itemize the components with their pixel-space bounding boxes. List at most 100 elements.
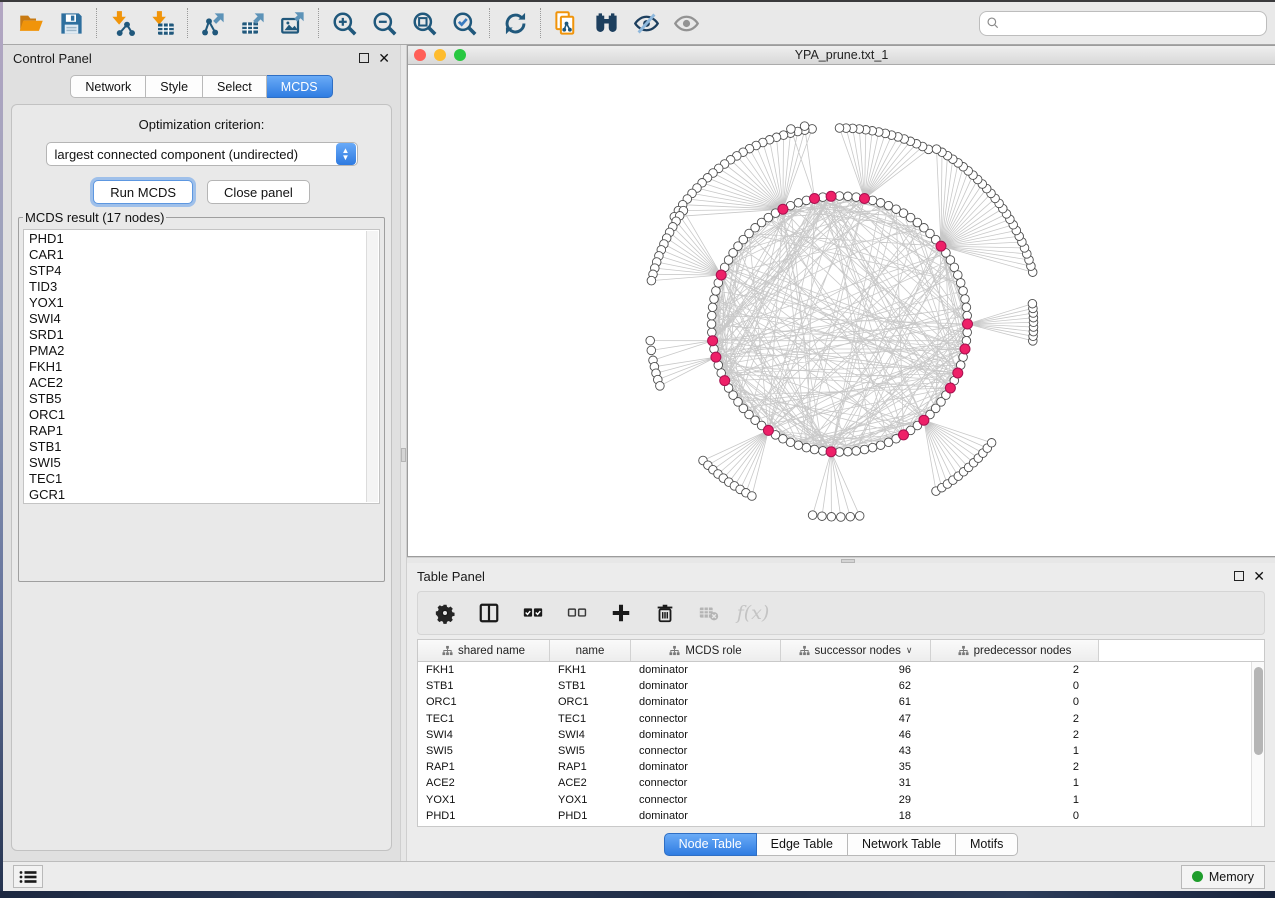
mcds-result-item[interactable]: CAR1 [29, 247, 365, 263]
table-row[interactable]: RAP1RAP1dominator352 [418, 759, 1264, 775]
save-session-button[interactable] [51, 6, 91, 40]
table-cell[interactable]: SWI5 [418, 745, 550, 757]
tab-node-table[interactable]: Node Table [664, 833, 757, 856]
table-scrollbar-thumb[interactable] [1254, 667, 1263, 755]
mcds-result-item[interactable]: SWI5 [29, 455, 365, 471]
table-cell[interactable]: ACE2 [418, 777, 550, 789]
export-image-button[interactable] [273, 6, 313, 40]
clone-network-button[interactable] [546, 6, 586, 40]
tab-style[interactable]: Style [146, 75, 203, 98]
mcds-result-item[interactable]: SRD1 [29, 327, 365, 343]
export-table-button[interactable] [233, 6, 273, 40]
float-panel-icon[interactable] [359, 53, 369, 63]
table-row[interactable]: PHD1PHD1dominator180 [418, 808, 1264, 824]
table-row[interactable]: TEC1TEC1connector472 [418, 711, 1264, 727]
float-table-panel-icon[interactable] [1234, 571, 1244, 581]
export-network-button[interactable] [193, 6, 233, 40]
zoom-out-button[interactable] [364, 6, 404, 40]
table-cell[interactable]: 1 [931, 745, 1099, 757]
criterion-dropdown[interactable]: largest connected component (undirected)… [46, 142, 358, 166]
tab-select[interactable]: Select [203, 75, 267, 98]
table-cell[interactable]: 2 [931, 713, 1099, 725]
column-header-MCDS-role[interactable]: MCDS role [631, 640, 781, 661]
table-cell[interactable]: 62 [781, 680, 931, 692]
horizontal-splitter[interactable] [407, 557, 1275, 563]
delete-column-button[interactable] [650, 598, 680, 628]
table-cell[interactable]: SWI4 [418, 729, 550, 741]
table-row[interactable]: STB1STB1dominator620 [418, 678, 1264, 694]
import-network-button[interactable] [102, 6, 142, 40]
table-cell[interactable]: SWI5 [550, 745, 631, 757]
table-cell[interactable]: RAP1 [418, 761, 550, 773]
column-visibility-button[interactable] [474, 598, 504, 628]
add-column-button[interactable] [606, 598, 636, 628]
mcds-result-item[interactable]: YOX1 [29, 295, 365, 311]
table-cell[interactable]: 2 [931, 664, 1099, 676]
find-button[interactable] [586, 6, 626, 40]
list-scrollbar[interactable] [366, 231, 378, 502]
table-cell[interactable]: ORC1 [550, 696, 631, 708]
mcds-result-item[interactable]: ORC1 [29, 407, 365, 423]
table-cell[interactable]: dominator [631, 761, 781, 773]
memory-button[interactable]: Memory [1181, 865, 1265, 889]
close-panel-icon[interactable]: ✕ [378, 53, 390, 63]
hide-labels-button[interactable] [626, 6, 666, 40]
zoom-fit-button[interactable] [404, 6, 444, 40]
table-cell[interactable]: 61 [781, 696, 931, 708]
splitter-handle[interactable] [401, 448, 406, 462]
mcds-result-item[interactable]: FKH1 [29, 359, 365, 375]
table-cell[interactable]: 2 [931, 761, 1099, 773]
table-row[interactable]: FKH1FKH1dominator962 [418, 662, 1264, 678]
zoom-in-button[interactable] [324, 6, 364, 40]
table-cell[interactable]: FKH1 [418, 664, 550, 676]
tab-network[interactable]: Network [70, 75, 146, 98]
table-cell[interactable]: 1 [931, 794, 1099, 806]
mcds-result-item[interactable]: STB1 [29, 439, 365, 455]
table-cell[interactable]: STB1 [418, 680, 550, 692]
table-cell[interactable]: 96 [781, 664, 931, 676]
mcds-result-item[interactable]: ACE2 [29, 375, 365, 391]
table-cell[interactable]: PHD1 [550, 810, 631, 822]
tab-motifs[interactable]: Motifs [956, 833, 1018, 856]
h-splitter-handle[interactable] [841, 559, 855, 563]
column-header-predecessor-nodes[interactable]: predecessor nodes [931, 640, 1099, 661]
tab-edge-table[interactable]: Edge Table [757, 833, 848, 856]
import-table-button[interactable] [142, 6, 182, 40]
table-cell[interactable]: 46 [781, 729, 931, 741]
table-row[interactable]: YOX1YOX1connector291 [418, 792, 1264, 808]
table-cell[interactable]: 18 [781, 810, 931, 822]
table-cell[interactable]: 29 [781, 794, 931, 806]
table-cell[interactable]: 1 [931, 777, 1099, 789]
table-cell[interactable]: 47 [781, 713, 931, 725]
table-cell[interactable]: 43 [781, 745, 931, 757]
search-input[interactable] [1004, 15, 1260, 31]
table-cell[interactable]: 0 [931, 696, 1099, 708]
network-window-titlebar[interactable]: YPA_prune.txt_1 [408, 46, 1275, 65]
table-cell[interactable]: TEC1 [550, 713, 631, 725]
table-row[interactable]: SWI5SWI5connector431 [418, 743, 1264, 759]
table-cell[interactable]: ORC1 [418, 696, 550, 708]
refresh-button[interactable] [495, 6, 535, 40]
select-all-button[interactable] [518, 598, 548, 628]
table-cell[interactable]: 0 [931, 680, 1099, 692]
table-cell[interactable]: dominator [631, 664, 781, 676]
table-cell[interactable]: PHD1 [418, 810, 550, 822]
table-cell[interactable]: YOX1 [550, 794, 631, 806]
table-cell[interactable]: FKH1 [550, 664, 631, 676]
table-cell[interactable]: 31 [781, 777, 931, 789]
mcds-result-item[interactable]: STP4 [29, 263, 365, 279]
table-cell[interactable]: SWI4 [550, 729, 631, 741]
close-table-panel-icon[interactable]: ✕ [1253, 571, 1265, 581]
table-cell[interactable]: connector [631, 777, 781, 789]
close-panel-button[interactable]: Close panel [207, 180, 310, 204]
table-cell[interactable]: connector [631, 745, 781, 757]
open-file-button[interactable] [11, 6, 51, 40]
table-cell[interactable]: ACE2 [550, 777, 631, 789]
table-scrollbar[interactable] [1251, 662, 1264, 826]
table-cell[interactable]: dominator [631, 810, 781, 822]
table-cell[interactable]: RAP1 [550, 761, 631, 773]
zoom-selected-button[interactable] [444, 6, 484, 40]
mcds-result-item[interactable]: SWI4 [29, 311, 365, 327]
vertical-splitter[interactable] [400, 45, 407, 861]
mcds-result-item[interactable]: STB5 [29, 391, 365, 407]
